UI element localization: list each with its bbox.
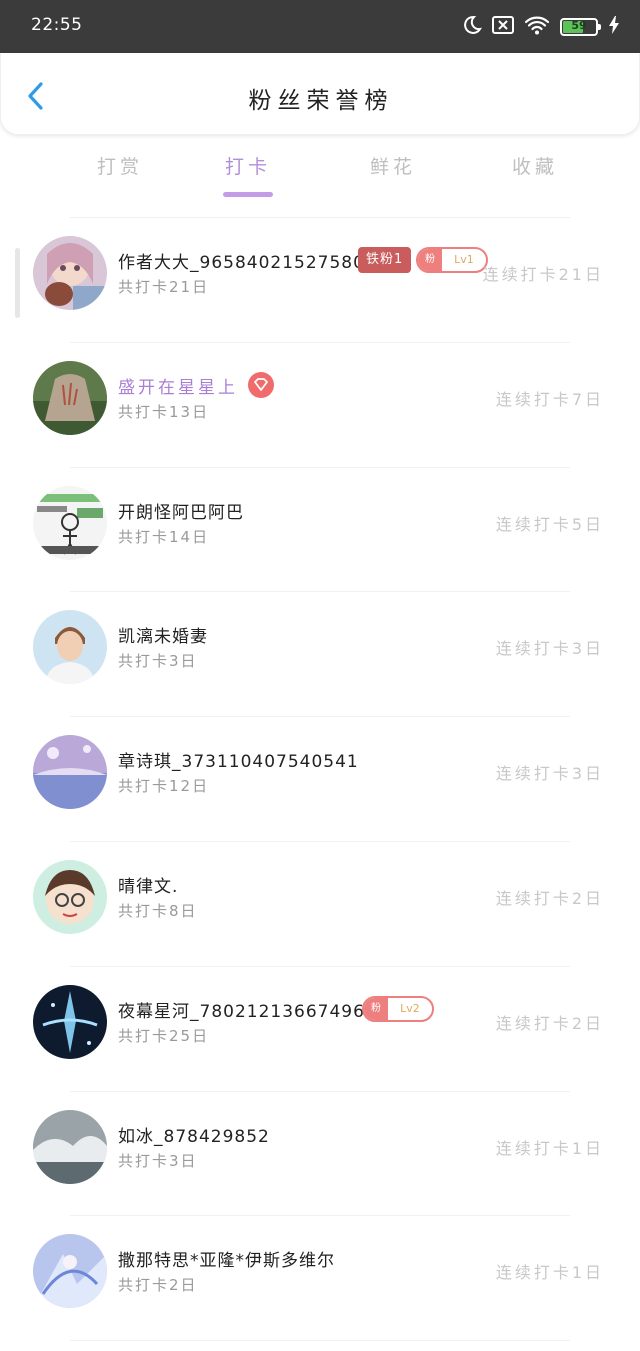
avatar[interactable] bbox=[33, 735, 107, 810]
total-checkin-days: 共打卡2日 bbox=[118, 1276, 198, 1295]
fan-badge-level: Lv2 bbox=[400, 1001, 420, 1015]
avatar[interactable] bbox=[33, 236, 107, 310]
total-checkin-days: 共打卡3日 bbox=[118, 1151, 198, 1170]
avatar[interactable] bbox=[33, 1234, 107, 1309]
total-checkin-days: 共打卡12日 bbox=[118, 777, 210, 796]
tab-bar: 打赏 打卡 鲜花 收藏 bbox=[0, 140, 640, 200]
list-item[interactable]: 如冰_878429852 共打卡3日 连续打卡1日 bbox=[0, 1092, 640, 1217]
total-checkin-days: 共打卡21日 bbox=[118, 278, 210, 296]
status-bar: 22:55 59 bbox=[0, 0, 640, 53]
fan-badge-label: 粉 bbox=[418, 249, 442, 271]
ranking-list: 作者大大_965840215275800 铁粉1 粉 Lv1 共打卡21日 连续… bbox=[0, 218, 640, 1342]
total-checkin-days: 共打卡8日 bbox=[118, 901, 198, 920]
list-item[interactable]: 晴律文. 共打卡8日 连续打卡2日 bbox=[0, 842, 640, 967]
user-name[interactable]: 凯漓未婚妻 bbox=[118, 622, 208, 647]
tab-favorites[interactable]: 收藏 bbox=[490, 152, 580, 179]
user-name[interactable]: 如冰_878429852 bbox=[118, 1122, 270, 1147]
streak-days: 连续打卡21日 bbox=[482, 265, 604, 284]
battery-level: 59 bbox=[571, 19, 587, 32]
streak-days: 连续打卡3日 bbox=[495, 764, 604, 784]
total-checkin-days: 共打卡3日 bbox=[118, 652, 198, 671]
fan-badge-label: 粉 bbox=[364, 997, 388, 1020]
user-name[interactable]: 晴律文. bbox=[118, 872, 178, 897]
streak-days: 连续打卡2日 bbox=[495, 888, 604, 908]
tab-flowers[interactable]: 鲜花 bbox=[348, 152, 438, 179]
divider bbox=[70, 1340, 570, 1342]
total-checkin-days: 共打卡14日 bbox=[118, 527, 210, 546]
user-name[interactable]: 开朗怪阿巴阿巴 bbox=[118, 498, 244, 523]
avatar[interactable] bbox=[33, 984, 107, 1059]
list-item[interactable]: 撒那特思*亚隆*伊斯多维尔 共打卡2日 连续打卡1日 bbox=[0, 1216, 640, 1342]
list-item[interactable]: 作者大大_965840215275800 铁粉1 粉 Lv1 共打卡21日 连续… bbox=[0, 218, 640, 343]
streak-days: 连续打卡3日 bbox=[495, 639, 604, 659]
tab-checkin[interactable]: 打卡 bbox=[203, 152, 293, 179]
no-sim-icon bbox=[492, 16, 514, 38]
avatar[interactable] bbox=[33, 859, 107, 934]
streak-days: 连续打卡1日 bbox=[495, 1138, 604, 1158]
user-name[interactable]: 盛开在星星上 bbox=[118, 373, 238, 398]
header: 粉丝荣誉榜 bbox=[0, 53, 640, 135]
charging-icon bbox=[608, 15, 620, 39]
fan-badge-level: Lv1 bbox=[454, 253, 474, 266]
battery-icon: 59 bbox=[560, 18, 601, 36]
page-title: 粉丝荣誉榜 bbox=[248, 88, 394, 114]
wifi-icon bbox=[524, 15, 550, 39]
total-checkin-days: 共打卡25日 bbox=[118, 1026, 210, 1045]
list-item[interactable]: 凯漓未婚妻 共打卡3日 连续打卡3日 bbox=[0, 592, 640, 718]
avatar[interactable] bbox=[33, 485, 107, 560]
streak-days: 连续打卡1日 bbox=[495, 1263, 604, 1283]
fan-level-badge: 粉 Lv2 bbox=[362, 995, 434, 1022]
list-item[interactable]: 章诗琪_373110407540541 共打卡12日 连续打卡3日 bbox=[0, 717, 640, 842]
total-checkin-days: 共打卡13日 bbox=[118, 402, 210, 421]
list-item[interactable]: 盛开在星星上 共打卡13日 连续打卡7日 bbox=[0, 343, 640, 468]
status-time: 22:55 bbox=[31, 15, 83, 35]
active-tab-indicator bbox=[223, 192, 273, 197]
avatar[interactable] bbox=[33, 360, 107, 435]
user-name[interactable]: 作者大大_965840215275800 bbox=[118, 248, 377, 273]
list-item[interactable]: 夜幕星河_780212136674969 粉 Lv2 共打卡25日 连续打卡2日 bbox=[0, 967, 640, 1092]
moon-icon bbox=[460, 14, 482, 40]
avatar[interactable] bbox=[33, 1109, 107, 1184]
avatar[interactable] bbox=[33, 610, 107, 685]
fan-level-badge: 粉 Lv1 bbox=[416, 247, 488, 273]
fan-tier-badge: 铁粉1 bbox=[358, 247, 412, 273]
vip-diamond-icon bbox=[248, 371, 274, 398]
list-item[interactable]: 开朗怪阿巴阿巴 共打卡14日 连续打卡5日 bbox=[0, 468, 640, 593]
user-name[interactable]: 夜幕星河_780212136674969 bbox=[118, 997, 377, 1022]
user-name[interactable]: 撒那特思*亚隆*伊斯多维尔 bbox=[118, 1246, 335, 1271]
streak-days: 连续打卡2日 bbox=[495, 1013, 604, 1033]
tab-tip[interactable]: 打赏 bbox=[75, 152, 165, 179]
streak-days: 连续打卡5日 bbox=[495, 514, 604, 534]
user-name[interactable]: 章诗琪_373110407540541 bbox=[118, 747, 359, 772]
streak-days: 连续打卡7日 bbox=[495, 389, 604, 409]
status-icons: 59 bbox=[460, 14, 620, 40]
